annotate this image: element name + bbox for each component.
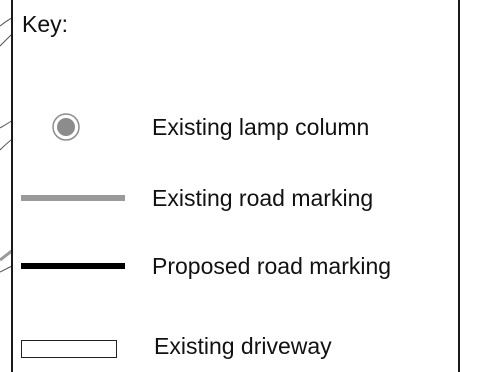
lamp-column-icon-fill: [57, 118, 75, 136]
legend-label-existing-road-marking: Existing road marking: [152, 185, 374, 211]
lamp-column-icon: [52, 113, 80, 141]
legend-item-lamp-column: Existing lamp column: [0, 112, 477, 152]
existing-road-marking-line: [21, 195, 125, 201]
legend-panel: Key: Existing lamp column Existing road …: [0, 0, 477, 372]
legend-item-existing-road-marking: Existing road marking: [0, 182, 477, 222]
legend-item-existing-driveway: Existing driveway: [0, 332, 477, 372]
legend-label-proposed-road-marking: Proposed road marking: [152, 253, 392, 279]
legend-label-existing-driveway: Existing driveway: [154, 333, 332, 359]
key-title: Key:: [22, 11, 69, 37]
proposed-road-marking-line: [21, 263, 125, 269]
legend-label-lamp-column: Existing lamp column: [152, 114, 370, 140]
legend-item-proposed-road-marking: Proposed road marking: [0, 250, 477, 290]
